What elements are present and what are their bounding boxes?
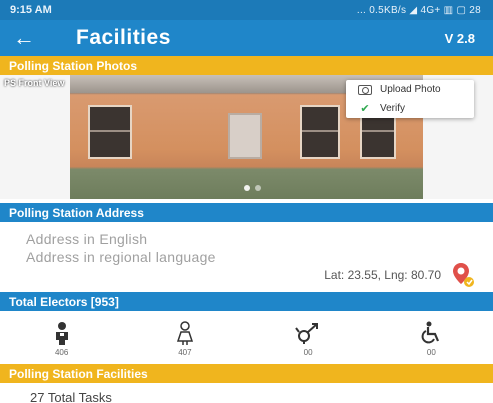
- lat-lng-text: Lat: 23.55, Lng: 80.70: [324, 268, 441, 282]
- upload-photo-button[interactable]: Upload Photo: [346, 80, 474, 99]
- elector-male: 406: [0, 314, 123, 362]
- photo-window: [300, 105, 340, 159]
- location-row: Lat: 23.55, Lng: 80.70: [324, 260, 475, 290]
- photo-caption: PS Front View: [4, 78, 65, 88]
- verify-button[interactable]: ✔ Verify: [346, 99, 474, 118]
- section-header-facilities: Polling Station Facilities: [0, 364, 493, 383]
- total-tasks[interactable]: 27 Total Tasks: [30, 390, 112, 403]
- carousel-dot[interactable]: [255, 185, 261, 191]
- back-arrow-icon[interactable]: ←: [0, 20, 48, 56]
- photo-door: [228, 113, 262, 159]
- status-time: 9:15 AM: [10, 4, 52, 16]
- checkmark-icon: ✔: [360, 103, 370, 115]
- status-indicators: ... 0.5KB/s ◢ 4G+ ▥ ▢ 28: [356, 4, 481, 16]
- elector-disabled: 00: [370, 314, 493, 362]
- app-bar: ← Facilities V 2.8: [0, 20, 493, 56]
- elector-third-gender: 00: [247, 314, 370, 362]
- electors-row: 406 407 00 00: [0, 314, 493, 362]
- third-gender-count: 00: [303, 348, 313, 357]
- photo-window: [88, 105, 132, 159]
- status-bar: 9:15 AM ... 0.5KB/s ◢ 4G+ ▥ ▢ 28: [0, 0, 493, 20]
- disabled-voter-icon: [418, 320, 444, 346]
- elector-female: 407: [123, 314, 246, 362]
- verify-label: Verify: [380, 103, 406, 114]
- version-label: V 2.8: [444, 30, 475, 46]
- male-count: 406: [54, 348, 69, 357]
- address-english[interactable]: Address in English: [26, 230, 493, 248]
- section-header-electors: Total Electors [953]: [0, 292, 493, 311]
- carousel-dot[interactable]: [244, 185, 250, 191]
- male-voter-icon: [49, 320, 75, 346]
- upload-photo-label: Upload Photo: [380, 84, 441, 95]
- map-pin-icon[interactable]: [451, 262, 475, 288]
- page-title: Facilities: [76, 26, 171, 49]
- photo-action-menu: Upload Photo ✔ Verify: [346, 80, 474, 118]
- female-count: 407: [178, 348, 192, 357]
- female-voter-icon: [172, 320, 198, 346]
- carousel-dots: [244, 185, 261, 191]
- section-header-address: Polling Station Address: [0, 203, 493, 222]
- third-gender-icon: [295, 320, 321, 346]
- camera-icon: [356, 84, 374, 96]
- section-header-photos: Polling Station Photos: [0, 56, 493, 75]
- disabled-count: 00: [426, 348, 436, 357]
